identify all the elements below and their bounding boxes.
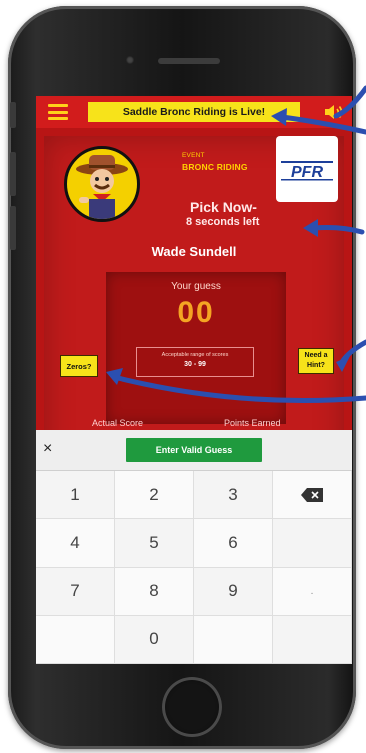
countdown-text: 8 seconds left: [186, 216, 260, 228]
hamburger-menu-icon[interactable]: [48, 104, 68, 120]
app-screen: Saddle Bronc Riding is Live! EVENT BRONC: [36, 96, 352, 664]
key-blank-1: [273, 519, 352, 568]
key-4[interactable]: 4: [36, 519, 115, 568]
event-name: BRONC RIDING: [182, 162, 248, 172]
numeric-keypad: 1 2 3 4 5 6 7 8 9 . 0: [36, 471, 352, 664]
rider-name: Wade Sundell: [151, 244, 237, 259]
key-6[interactable]: 6: [194, 519, 273, 568]
backspace-icon: [301, 487, 323, 502]
key-backspace[interactable]: [273, 471, 352, 520]
key-5[interactable]: 5: [115, 519, 194, 568]
guess-value: 00: [177, 296, 215, 329]
range-value: 30 - 99: [184, 361, 206, 368]
silent-switch: [10, 102, 16, 128]
key-9[interactable]: 9: [194, 567, 273, 616]
guess-input-bar: × Enter Valid Guess: [36, 430, 352, 471]
pfr-logo-mark: PFR: [281, 161, 333, 181]
actual-score-label: Actual Score: [92, 418, 144, 428]
range-label: Acceptable range of scores: [161, 352, 229, 358]
your-guess-label: Your guess: [171, 281, 221, 292]
pick-panel: EVENT BRONC RIDING PFR Pick Now- 8 secon…: [44, 136, 344, 476]
front-camera: [126, 56, 134, 64]
guess-panel: Your guess 00 Acceptable range of scores…: [106, 272, 286, 424]
need-a-hint-button[interactable]: Need a Hint?: [298, 348, 334, 374]
live-event-banner: Saddle Bronc Riding is Live!: [88, 102, 300, 122]
points-earned-label: Points Earned: [224, 418, 281, 428]
key-2[interactable]: 2: [115, 471, 194, 520]
key-blank-2: [36, 615, 115, 664]
cowboy-mascot-avatar: [64, 146, 140, 222]
top-bar: Saddle Bronc Riding is Live!: [36, 96, 352, 128]
key-1[interactable]: 1: [36, 471, 115, 520]
close-icon[interactable]: ×: [43, 440, 52, 458]
volume-up-button: [10, 152, 16, 196]
svg-text:PFR: PFR: [291, 164, 323, 181]
key-dot[interactable]: .: [273, 567, 352, 616]
key-0[interactable]: 0: [115, 615, 194, 664]
home-button[interactable]: [162, 677, 222, 737]
event-caption: EVENT: [182, 152, 205, 159]
pick-now-text: Pick Now-: [190, 199, 257, 215]
key-blank-3: [194, 615, 273, 664]
earpiece-speaker: [158, 58, 220, 64]
key-8[interactable]: 8: [115, 567, 194, 616]
pfr-logo: PFR: [276, 136, 338, 202]
key-7[interactable]: 7: [36, 567, 115, 616]
key-blank-4: [273, 615, 352, 664]
key-3[interactable]: 3: [194, 471, 273, 520]
score-range-box: Acceptable range of scores 30 - 99: [136, 347, 254, 377]
volume-down-button: [10, 206, 16, 250]
sound-icon[interactable]: [324, 103, 344, 121]
enter-valid-guess-button[interactable]: Enter Valid Guess: [126, 438, 262, 462]
zeros-button[interactable]: Zeros?: [60, 355, 98, 377]
